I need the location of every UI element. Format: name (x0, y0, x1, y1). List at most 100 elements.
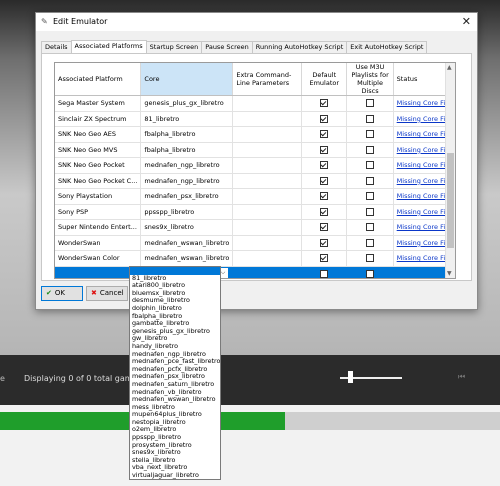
extra-params-cell[interactable] (232, 250, 303, 267)
default-cell[interactable] (301, 126, 348, 143)
core-cell[interactable]: fbalpha_libretro (140, 126, 234, 143)
m3u-checkbox[interactable] (366, 145, 375, 154)
m3u-cell[interactable] (346, 235, 394, 251)
new-row[interactable]: ⌵ (55, 266, 455, 278)
platform-cell[interactable]: SNK Neo Geo MVS (55, 142, 142, 158)
m3u-cell[interactable] (346, 157, 394, 174)
tab-associated-platforms[interactable]: Associated Platforms (70, 40, 147, 54)
default-checkbox[interactable] (320, 176, 329, 185)
platform-cell[interactable]: Super Nintendo Entert... (55, 219, 142, 236)
m3u-checkbox[interactable] (366, 192, 375, 201)
m3u-cell[interactable] (346, 250, 394, 267)
m3u-cell[interactable] (346, 142, 394, 158)
m3u-cell[interactable] (346, 111, 394, 127)
tab-pause-screen[interactable]: Pause Screen (201, 41, 253, 53)
m3u-checkbox[interactable] (366, 254, 375, 263)
m3u-cell[interactable] (346, 219, 394, 236)
extra-params-cell[interactable] (232, 235, 303, 251)
default-cell[interactable] (301, 250, 348, 267)
table-row[interactable]: SNK Neo Geo Pocket mednafen_ngp_libretro M… (55, 157, 455, 174)
default-checkbox[interactable] (320, 99, 329, 108)
core-cell[interactable]: fbalpha_libretro (140, 142, 234, 158)
table-row[interactable]: SNK Neo Geo AES fbalpha_libretro Missing C… (55, 126, 455, 143)
default-checkbox[interactable] (320, 207, 329, 216)
core-cell[interactable]: mednafen_wswan_libretro (140, 235, 234, 251)
grid-scrollbar[interactable]: ▲ ▼ (445, 63, 455, 278)
platform-cell[interactable]: Sony PSP (55, 204, 142, 220)
status-link[interactable]: Missing Core File (397, 177, 451, 185)
core-cell[interactable]: 81_libretro (140, 111, 234, 127)
status-link[interactable]: Missing Core File (397, 223, 451, 231)
default-checkbox[interactable] (320, 238, 329, 247)
platform-cell[interactable]: Sony Playstation (55, 188, 142, 205)
m3u-checkbox[interactable] (366, 176, 375, 185)
status-link[interactable]: Missing Core File (397, 99, 451, 107)
m3u-cell[interactable] (346, 188, 394, 205)
default-cell[interactable] (301, 235, 348, 251)
scrollbar-thumb[interactable] (447, 153, 454, 248)
m3u-checkbox[interactable] (366, 161, 375, 170)
extra-params-cell[interactable] (232, 204, 303, 220)
tab-details[interactable]: Details (41, 41, 72, 53)
new-row-extra[interactable] (232, 266, 303, 278)
table-row[interactable]: SNK Neo Geo Pocket C... mednafen_ngp_libr… (55, 173, 455, 189)
core-cell[interactable]: mednafen_ngp_libretro (140, 157, 234, 174)
status-link[interactable]: Missing Core File (397, 208, 451, 216)
table-row[interactable]: Sony Playstation mednafen_psx_libretro Mis… (55, 188, 455, 205)
core-cell[interactable]: snes9x_libretro (140, 219, 234, 236)
platform-cell[interactable]: WonderSwan Color (55, 250, 142, 267)
extra-params-cell[interactable] (232, 157, 303, 174)
default-cell[interactable] (301, 188, 348, 205)
m3u-checkbox[interactable] (366, 238, 375, 247)
extra-params-cell[interactable] (232, 95, 303, 112)
default-cell[interactable] (301, 95, 348, 112)
platform-cell[interactable]: Sega Master System (55, 95, 142, 112)
m3u-checkbox[interactable] (366, 130, 375, 139)
m3u-checkbox[interactable] (366, 99, 375, 108)
core-cell[interactable]: mednafen_wswan_libretro (140, 250, 234, 267)
core-cell[interactable]: mednafen_ngp_libretro (140, 173, 234, 189)
status-link[interactable]: Missing Core File (397, 161, 451, 169)
m3u-checkbox[interactable] (366, 223, 375, 232)
new-row-m3u[interactable] (346, 266, 394, 278)
status-link[interactable]: Missing Core File (397, 146, 451, 154)
platform-cell[interactable]: WonderSwan (55, 235, 142, 251)
platform-cell[interactable]: SNK Neo Geo AES (55, 126, 142, 143)
default-checkbox[interactable] (320, 145, 329, 154)
scroll-down-icon[interactable]: ▼ (447, 270, 452, 277)
table-row[interactable]: WonderSwan mednafen_wswan_libretro Missing… (55, 235, 455, 251)
core-cell[interactable]: ppsspp_libretro (140, 204, 234, 220)
m3u-checkbox[interactable] (366, 269, 375, 278)
default-checkbox[interactable] (320, 161, 329, 170)
default-cell[interactable] (301, 111, 348, 127)
m3u-checkbox[interactable] (366, 114, 375, 123)
extra-params-cell[interactable] (232, 219, 303, 236)
default-checkbox[interactable] (320, 114, 329, 123)
core-cell[interactable]: mednafen_psx_libretro (140, 188, 234, 205)
m3u-cell[interactable] (346, 95, 394, 112)
extra-params-cell[interactable] (232, 173, 303, 189)
m3u-cell[interactable] (346, 173, 394, 189)
scroll-up-icon[interactable]: ▲ (447, 64, 452, 71)
column-header-core[interactable]: Core (140, 63, 234, 96)
tab-exit-autohotkey-script[interactable]: Exit AutoHotkey Script (346, 41, 428, 53)
platform-cell[interactable]: SNK Neo Geo Pocket (55, 157, 142, 174)
status-link[interactable]: Missing Core File (397, 239, 451, 247)
platform-cell[interactable]: SNK Neo Geo Pocket C... (55, 173, 142, 189)
default-cell[interactable] (301, 204, 348, 220)
table-row[interactable]: Sinclair ZX Spectrum 81_libretro Missing C… (55, 111, 455, 127)
m3u-cell[interactable] (346, 204, 394, 220)
m3u-cell[interactable] (346, 126, 394, 143)
cancel-button[interactable]: ✖ Cancel (86, 286, 128, 301)
column-header-extra[interactable]: Extra Command-Line Parameters (232, 63, 303, 96)
extra-params-cell[interactable] (232, 188, 303, 205)
core-cell[interactable]: genesis_plus_gx_libretro (140, 95, 234, 112)
extra-params-cell[interactable] (232, 126, 303, 143)
table-row[interactable]: Sega Master System genesis_plus_gx_libret… (55, 95, 455, 112)
tab-running-autohotkey-script[interactable]: Running AutoHotkey Script (251, 41, 348, 53)
dropdown-option[interactable]: virtualjaguar_libretro (130, 471, 220, 479)
m3u-checkbox[interactable] (366, 207, 375, 216)
default-cell[interactable] (301, 157, 348, 174)
status-link[interactable]: Missing Core File (397, 115, 451, 123)
column-header-default[interactable]: Default Emulator (301, 63, 348, 96)
